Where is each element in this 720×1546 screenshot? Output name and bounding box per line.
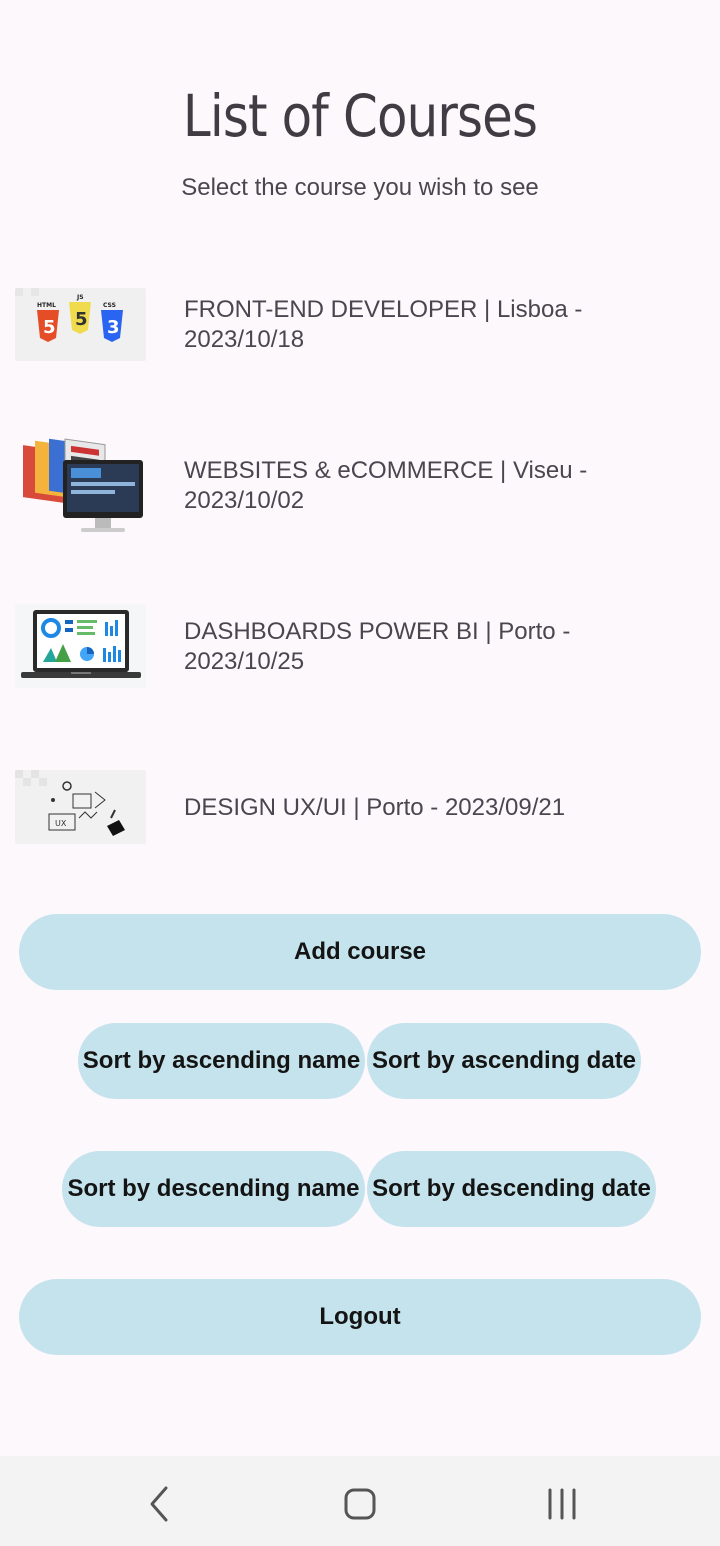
- laptop-dashboard-image: [15, 604, 146, 688]
- html-js-css-logos-image: HTML 5 JS 5 CSS 3: [15, 288, 146, 361]
- course-label: FRONT-END DEVELOPER | Lisboa - 2023/10/1…: [184, 296, 583, 353]
- svg-text:UX: UX: [55, 819, 67, 828]
- sort-desc-date-button[interactable]: Sort by descending date: [367, 1151, 656, 1227]
- course-list-screen: List of Courses Select the course you wi…: [0, 0, 720, 1546]
- ux-sketch-image: UX: [15, 770, 146, 844]
- svg-text:JS: JS: [76, 294, 84, 301]
- website-monitor-image: [15, 430, 146, 542]
- course-label: DASHBOARDS POWER BI | Porto - 2023/10/25: [184, 618, 571, 675]
- recents-icon[interactable]: [542, 1484, 582, 1524]
- add-course-button[interactable]: Add course: [19, 914, 701, 990]
- sort-asc-name-button[interactable]: Sort by ascending name: [78, 1023, 365, 1099]
- system-navigation-bar: [0, 1456, 720, 1546]
- svg-text:3: 3: [107, 317, 120, 338]
- course-label: WEBSITES & eCOMMERCE | Viseu - 2023/10/0…: [184, 457, 588, 514]
- home-icon[interactable]: [340, 1484, 380, 1524]
- svg-text:CSS: CSS: [103, 302, 116, 309]
- sort-desc-name-button[interactable]: Sort by descending name: [62, 1151, 365, 1227]
- svg-text:5: 5: [43, 317, 56, 338]
- course-label: DESIGN UX/UI | Porto - 2023/09/21: [184, 794, 566, 821]
- back-icon[interactable]: [140, 1484, 180, 1524]
- svg-text:HTML: HTML: [37, 302, 56, 309]
- svg-text:5: 5: [75, 309, 88, 330]
- page-title: List of Courses: [182, 82, 538, 150]
- page-subtitle: Select the course you wish to see: [181, 174, 539, 201]
- logout-button[interactable]: Logout: [19, 1279, 701, 1355]
- sort-asc-date-button[interactable]: Sort by ascending date: [367, 1023, 641, 1099]
